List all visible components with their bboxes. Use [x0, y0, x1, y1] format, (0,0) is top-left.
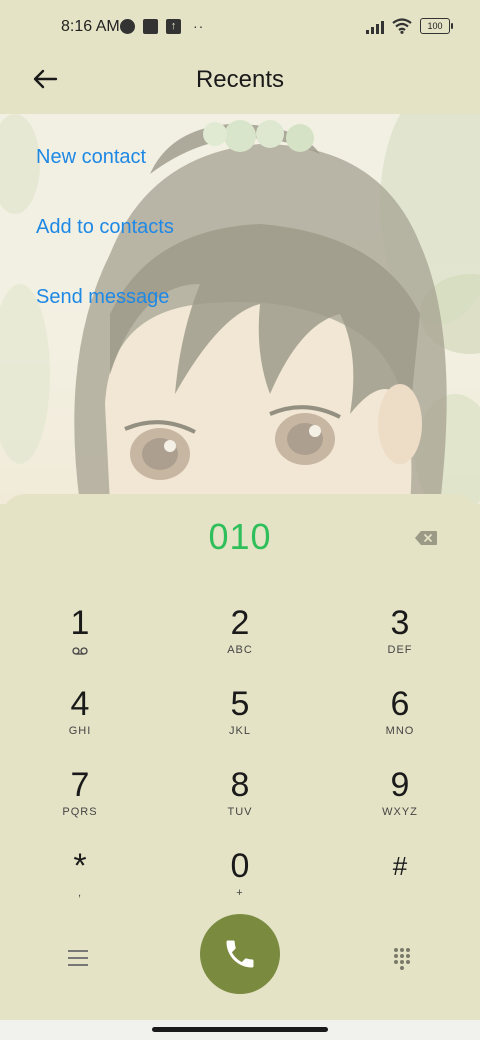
key-9[interactable]: 9 WXYZ — [340, 766, 460, 842]
key-digit: * — [73, 847, 87, 885]
page-title: Recents — [195, 66, 285, 93]
upload-notification-icon: ↑ — [166, 18, 181, 34]
key-letters: GHI — [68, 725, 92, 737]
key-letters: DEF — [387, 644, 413, 656]
key-letters: JKL — [229, 725, 251, 737]
backspace-icon[interactable] — [414, 530, 438, 546]
header: Recents — [0, 56, 480, 114]
key-letters: MNO — [385, 725, 415, 737]
system-icons: 100 — [366, 18, 453, 34]
key-digit: 9 — [390, 766, 410, 804]
key-letters: , — [77, 887, 83, 899]
new-contact-link[interactable]: New contact — [36, 146, 174, 169]
keypad-icon[interactable] — [390, 946, 414, 970]
key-digit: 7 — [70, 766, 90, 804]
key-digit: 6 — [390, 685, 410, 723]
key-0[interactable]: 0 + — [180, 847, 300, 923]
more-notifications-icon: ·· — [193, 18, 205, 34]
square-notification-icon — [143, 18, 158, 34]
key-3[interactable]: 3 DEF — [340, 604, 460, 680]
dialer-panel: 010 1 2 ABC 3 DEF 4 GHI 5 JKL 6 MNO 7 PQ… — [0, 494, 480, 1040]
home-indicator[interactable] — [152, 1027, 328, 1032]
app-notification-icon — [120, 18, 135, 34]
key-7[interactable]: 7 PQRS — [20, 766, 140, 842]
key-5[interactable]: 5 JKL — [180, 685, 300, 761]
wallpaper-image: New contact Add to contacts Send message — [0, 114, 480, 504]
key-star[interactable]: * , — [20, 847, 140, 923]
key-letters: TUV — [227, 806, 253, 818]
menu-icon[interactable] — [68, 950, 88, 966]
key-digit: # — [392, 851, 408, 881]
signal-icon — [366, 19, 384, 34]
key-hash[interactable]: # — [340, 847, 460, 923]
send-message-link[interactable]: Send message — [36, 286, 174, 309]
add-to-contacts-link[interactable]: Add to contacts — [36, 216, 174, 239]
notification-icons: ↑ ·· — [120, 18, 204, 34]
recents-menu: New contact Add to contacts Send message — [36, 146, 174, 357]
key-digit: 8 — [230, 766, 250, 804]
key-2[interactable]: 2 ABC — [180, 604, 300, 680]
key-letters: + — [236, 887, 244, 899]
status-bar: 8:16 AM ↑ ·· 100 — [0, 0, 480, 56]
key-digit: 4 — [70, 685, 90, 723]
key-6[interactable]: 6 MNO — [340, 685, 460, 761]
call-button[interactable] — [200, 914, 280, 994]
key-digit: 1 — [70, 604, 90, 642]
dialed-number[interactable]: 010 — [0, 516, 480, 558]
key-letters: ABC — [227, 644, 253, 656]
key-digit: 0 — [230, 847, 250, 885]
key-4[interactable]: 4 GHI — [20, 685, 140, 761]
wifi-icon — [392, 18, 412, 34]
key-digit: 5 — [230, 685, 250, 723]
key-letters: PQRS — [62, 806, 98, 818]
status-time: 8:16 AM — [61, 18, 120, 35]
key-1[interactable]: 1 — [20, 604, 140, 680]
key-letters: WXYZ — [382, 806, 418, 818]
voicemail-icon — [72, 647, 88, 655]
dialer-actions — [0, 914, 480, 1004]
battery-icon: 100 — [420, 18, 453, 34]
key-digit: 2 — [230, 604, 250, 642]
phone-icon — [226, 940, 254, 968]
key-8[interactable]: 8 TUV — [180, 766, 300, 842]
key-digit: 3 — [390, 604, 410, 642]
